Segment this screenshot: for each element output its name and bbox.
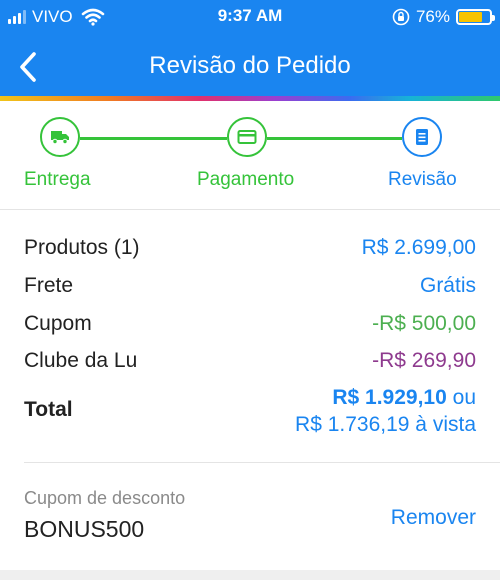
- summary-row-clube-da-lu: Clube da Lu -R$ 269,90: [24, 349, 476, 379]
- stepper-track-1: [80, 137, 227, 140]
- total-label: Total: [24, 398, 73, 421]
- total-price: R$ 1.929,10: [332, 386, 447, 409]
- coupon-label: Cupom de desconto: [24, 488, 186, 508]
- checkout-stepper: Entrega Pagamento Revisão: [0, 101, 500, 209]
- summary-label: Frete: [24, 274, 74, 297]
- orientation-lock-icon: [392, 8, 410, 26]
- total-cash-price: R$ 1.736,19 à vista: [295, 413, 476, 436]
- divider: [24, 462, 500, 463]
- summary-row-cupom: Cupom -R$ 500,00: [24, 312, 476, 342]
- status-right: 76%: [392, 6, 495, 28]
- total-value: R$ 1.929,10 ou R$ 1.736,19 à vista: [295, 384, 476, 438]
- summary-row-produtos: Produtos (1) R$ 2.699,00: [24, 236, 476, 266]
- summary-label: Cupom: [24, 312, 92, 335]
- page-title: Revisão do Pedido: [149, 52, 351, 79]
- total-or: ou: [452, 386, 476, 409]
- step-label-entrega[interactable]: Entrega: [24, 169, 91, 191]
- bottom-band: [0, 570, 500, 580]
- remove-coupon-button[interactable]: Remover: [391, 506, 476, 530]
- step-label-revisao[interactable]: Revisão: [388, 169, 457, 191]
- stepper-track-2: [267, 137, 402, 140]
- summary-row-frete: Frete Grátis: [24, 274, 476, 304]
- summary-value: Grátis: [419, 274, 476, 297]
- total-price-line: R$ 1.929,10 ou: [295, 384, 476, 411]
- battery-fill: [459, 12, 482, 22]
- summary-value: -R$ 269,90: [372, 349, 476, 372]
- step-revisao[interactable]: [402, 117, 442, 157]
- summary-value: R$ 2.699,00: [361, 236, 476, 259]
- step-entrega[interactable]: [40, 117, 80, 157]
- coupon-code: BONUS500: [24, 516, 145, 542]
- summary-label: Clube da Lu: [24, 349, 138, 372]
- battery-percent: 76%: [415, 7, 450, 26]
- step-label-pagamento[interactable]: Pagamento: [197, 169, 294, 191]
- divider: [0, 209, 500, 210]
- app-header: VIVO 9:37 AM 76% Revisão do Pedido: [0, 0, 500, 96]
- summary-label: Produtos (1): [24, 236, 140, 259]
- step-pagamento[interactable]: [227, 117, 267, 157]
- status-bar: VIVO 9:37 AM 76%: [0, 0, 500, 34]
- credit-card-icon: [237, 130, 257, 144]
- summary-value: -R$ 500,00: [372, 312, 476, 335]
- battery-icon: [456, 9, 495, 25]
- document-icon: [416, 129, 428, 145]
- truck-icon: [51, 131, 69, 145]
